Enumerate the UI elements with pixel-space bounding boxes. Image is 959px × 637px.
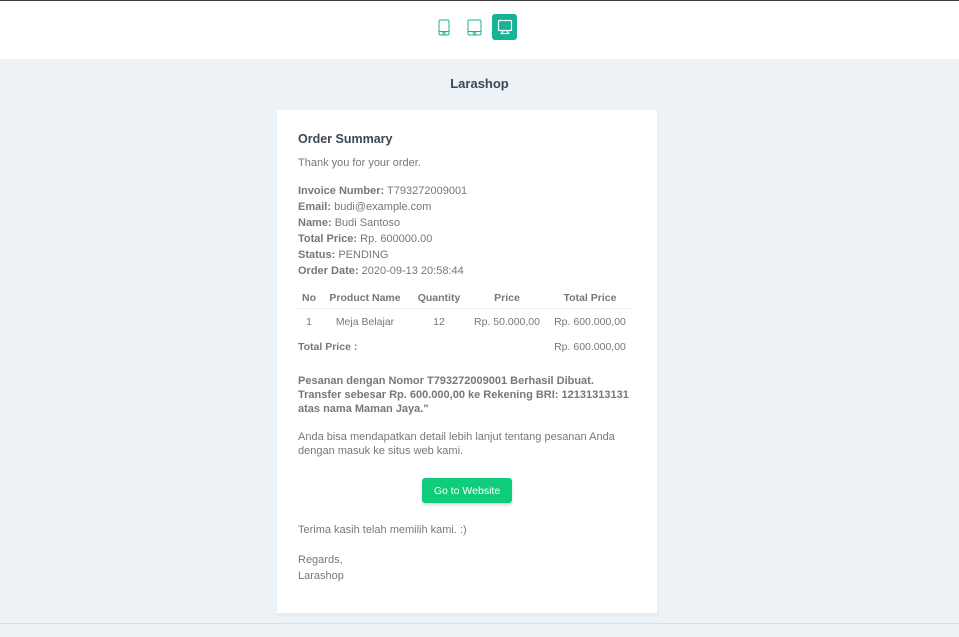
detail-value: budi@example.com — [334, 201, 432, 213]
detail-label: Status: — [298, 249, 336, 261]
table-row: 1 Meja Belajar 12 Rp. 50.000,00 Rp. 600.… — [298, 309, 634, 336]
col-header-quantity: Quantity — [410, 287, 468, 309]
detail-label: Name: — [298, 217, 332, 229]
cell-product-name: Meja Belajar — [335, 316, 395, 328]
detail-value: Budi Santoso — [334, 217, 401, 229]
detail-value: PENDING — [338, 249, 389, 261]
tablet-icon — [467, 19, 481, 35]
col-header-total-price: Total Price — [546, 287, 634, 309]
mobile-view-button[interactable] — [432, 14, 456, 40]
col-header-no: No — [298, 287, 320, 309]
col-header-product-name: Product Name — [320, 287, 410, 309]
thank-you-text: Thank you for your order. — [298, 157, 421, 169]
order-details: Invoice Number: T793272009001 Email: bud… — [298, 183, 467, 279]
divider — [0, 623, 959, 624]
order-summary-heading: Order Summary — [298, 132, 393, 146]
detail-label: Total Price: — [298, 233, 358, 245]
regards-block: Regards, Larashop — [298, 552, 344, 584]
closing-text: Terima kasih telah memilih kami. :) — [298, 524, 467, 536]
detail-label: Invoice Number: — [298, 185, 385, 197]
detail-label: Order Date: — [298, 265, 359, 277]
table-total-row: Total Price : Rp. 600.000,00 — [298, 335, 634, 359]
email-preview: Larashop Order Summary Thank you for you… — [0, 59, 959, 637]
cell-quantity: 12 — [433, 316, 445, 328]
info-text: Anda bisa mendapatkan detail lebih lanju… — [298, 431, 615, 457]
cell-price: Rp. 50.000,00 — [474, 316, 540, 328]
table-header-row: No Product Name Quantity Price Total Pri… — [298, 287, 634, 309]
total-spacer — [468, 335, 546, 359]
cell-no: 1 — [306, 316, 312, 328]
col-header-price: Price — [468, 287, 546, 309]
total-spacer — [410, 335, 468, 359]
total-value: Rp. 600.000,00 — [554, 341, 626, 353]
email-body-card: Order Summary Thank you for your order. … — [277, 110, 657, 613]
total-label: Total Price : — [298, 341, 358, 353]
detail-order-date: Order Date: 2020-09-13 20:58:44 — [298, 263, 467, 279]
detail-total-price: Total Price: Rp. 600000.00 — [298, 231, 467, 247]
detail-name: Name: Budi Santoso — [298, 215, 467, 231]
detail-label: Email: — [298, 201, 332, 213]
signature-text: Larashop — [298, 570, 344, 582]
detail-email: Email: budi@example.com — [298, 199, 467, 215]
payment-notice: Pesanan dengan Nomor T793272009001 Berha… — [298, 375, 629, 415]
desktop-view-button[interactable] — [492, 14, 517, 40]
detail-value: 2020-09-13 20:58:44 — [361, 265, 464, 277]
cell-total-price: Rp. 600.000,00 — [554, 316, 626, 328]
brand-header[interactable]: Larashop — [0, 76, 959, 91]
detail-value: T793272009001 — [387, 185, 468, 197]
detail-value: Rp. 600000.00 — [360, 233, 433, 245]
regards-text: Regards, — [298, 554, 343, 566]
detail-status: Status: PENDING — [298, 247, 467, 263]
go-to-website-button[interactable]: Go to Website — [422, 478, 512, 503]
mobile-icon — [438, 19, 450, 35]
desktop-icon — [497, 19, 512, 35]
tablet-view-button[interactable] — [462, 14, 486, 40]
preview-toolbar — [0, 0, 959, 59]
detail-invoice-number: Invoice Number: T793272009001 — [298, 183, 467, 199]
order-items-table: No Product Name Quantity Price Total Pri… — [298, 287, 634, 359]
